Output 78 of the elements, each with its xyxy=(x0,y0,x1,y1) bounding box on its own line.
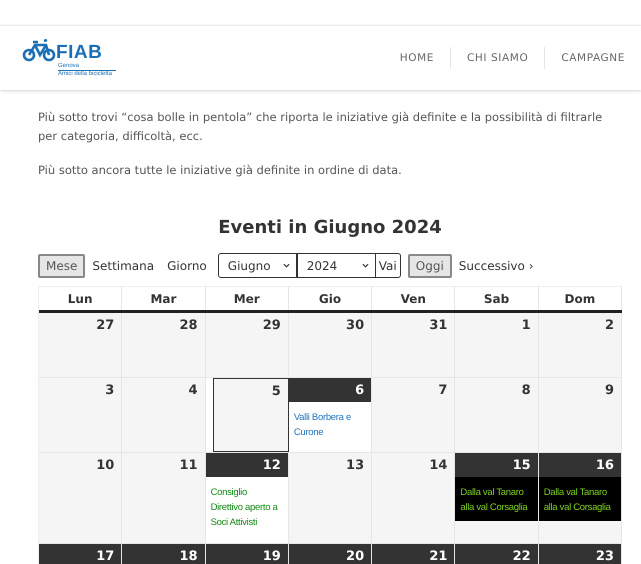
caret-icon xyxy=(362,263,369,268)
month-select[interactable]: Giugno xyxy=(218,253,297,278)
event-link[interactable]: Dalla val Tanaro alla val Corsaglia xyxy=(544,485,616,515)
event-link[interactable]: Dalla val Tanaro alla val Corsaglia xyxy=(460,485,533,515)
day-cell[interactable]: 11 xyxy=(122,453,206,543)
weekday-header: Gio xyxy=(288,286,372,310)
weekday-header: Sab xyxy=(455,286,539,310)
day-cell[interactable]: 29 xyxy=(206,313,289,377)
day-cell[interactable]: 3 xyxy=(39,378,122,452)
day-cell[interactable]: 1 xyxy=(455,313,539,377)
day-cell[interactable]: 2 xyxy=(538,313,622,377)
nav-link[interactable]: HOME xyxy=(384,52,450,64)
day-cell[interactable]: 14 xyxy=(372,453,456,543)
weekday-header: Dom xyxy=(538,286,622,310)
day-number: 5 xyxy=(270,383,282,401)
day-number: 16 xyxy=(538,453,621,477)
day-cell[interactable]: 13 xyxy=(288,453,372,543)
paragraph: Più sotto ancora tutte le iniziative già definite in ordine di data. xyxy=(38,162,403,179)
view-tab[interactable]: Giorno xyxy=(161,254,213,278)
day-cell[interactable]: 9 xyxy=(538,378,622,452)
day-cell[interactable]: 27 xyxy=(39,313,122,377)
day-number: 27 xyxy=(95,317,116,335)
day-number: 13 xyxy=(345,457,366,475)
paragraph: Più sotto trovi “cosa bolle in pentola” che riporta le iniziative già definite e la possibilità di filtrarle per categoria, difficoltà, ecc. xyxy=(38,109,604,145)
day-cell[interactable]: 21 xyxy=(372,544,456,564)
go-button[interactable]: Vai xyxy=(376,253,401,278)
weekday-header: Mar xyxy=(122,286,206,310)
day-number: 6 xyxy=(288,378,372,402)
next-link[interactable]: Successivo › xyxy=(458,258,534,272)
day-number: 9 xyxy=(604,382,615,400)
day-cell[interactable]: 31 xyxy=(372,313,456,377)
day-cell[interactable]: 23 xyxy=(538,544,622,564)
nav-link[interactable]: CHI SIAMO xyxy=(450,52,544,64)
day-number: 1 xyxy=(520,317,532,335)
view-tab[interactable]: Mese xyxy=(38,254,86,278)
day-cell[interactable]: 6 Valli Borbera e Curone xyxy=(288,378,372,452)
day-cell[interactable]: 12 Consiglio Direttivo aperto a Soci Attivisti xyxy=(206,453,289,543)
day-number: 31 xyxy=(428,317,448,335)
day-cell[interactable]: 7 xyxy=(372,378,456,452)
day-number: 8 xyxy=(520,382,532,400)
day-number: 4 xyxy=(188,382,199,400)
day-cell[interactable]: 5 xyxy=(212,378,289,452)
nav-link[interactable]: CAMPAGNE xyxy=(545,52,641,64)
year-select[interactable]: 2024 xyxy=(296,253,376,278)
day-number: 29 xyxy=(262,317,282,335)
event-link[interactable]: Valli Borbera e Curone xyxy=(294,410,364,440)
day-number: 28 xyxy=(178,317,199,335)
day-number: 7 xyxy=(437,382,448,400)
day-number: 12 xyxy=(206,453,288,477)
today-button[interactable]: Oggi xyxy=(408,254,452,278)
day-cell[interactable]: 17 xyxy=(39,544,122,564)
weekday-header: Lun xyxy=(39,286,122,310)
view-tab[interactable]: Settimana xyxy=(86,254,160,278)
day-number: 15 xyxy=(455,453,538,477)
day-number: 10 xyxy=(95,457,116,475)
day-cell[interactable]: 20 xyxy=(288,544,372,564)
weekday-header: Mer xyxy=(206,286,289,310)
day-cell[interactable]: 30 xyxy=(288,313,372,377)
day-cell[interactable]: 4 xyxy=(122,378,206,452)
day-cell[interactable]: 10 xyxy=(39,453,122,543)
day-cell[interactable]: 19 xyxy=(206,544,289,564)
day-cell[interactable]: 18 xyxy=(122,544,206,564)
day-number: 2 xyxy=(604,317,615,335)
day-cell[interactable]: 15 Dalla val Tanaro alla val Corsaglia xyxy=(455,453,539,543)
bicycle-icon xyxy=(22,39,56,63)
weekday-header: Ven xyxy=(372,286,456,310)
day-cell[interactable]: 28 xyxy=(122,313,206,377)
day-number: 14 xyxy=(428,457,448,475)
day-number: 11 xyxy=(178,457,199,475)
day-number: 30 xyxy=(345,317,366,335)
logo-name: FIAB xyxy=(56,43,104,63)
day-cell[interactable]: 16 Dalla val Tanaro alla val Corsaglia xyxy=(538,453,622,543)
calendar-title: Eventi in Giugno 2024 xyxy=(217,217,443,238)
day-number: 3 xyxy=(104,382,116,400)
event-link[interactable]: Consiglio Direttivo aperto a Soci Attivisti xyxy=(210,485,280,530)
day-cell[interactable]: 8 xyxy=(455,378,539,452)
caret-icon xyxy=(282,263,290,268)
day-cell[interactable]: 22 xyxy=(455,544,539,564)
